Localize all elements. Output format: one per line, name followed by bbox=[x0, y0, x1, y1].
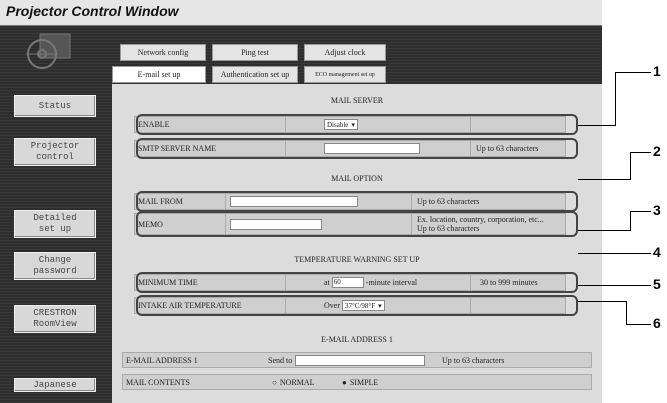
intake-temperature-select[interactable]: 37°C/98°F ▾ bbox=[342, 300, 385, 311]
callout-number-4: 4 bbox=[653, 244, 661, 260]
enable-label: ENABLE bbox=[138, 120, 170, 129]
memo-row: MEMO Ex. location, country, corporation,… bbox=[134, 213, 566, 235]
minimum-time-input[interactable]: 60 bbox=[331, 277, 364, 288]
email-address-input[interactable] bbox=[295, 354, 426, 366]
callout-line-2-v bbox=[630, 152, 631, 180]
memo-input[interactable] bbox=[230, 218, 322, 230]
smtp-note: Up to 63 characters bbox=[476, 144, 539, 153]
chevron-down-icon: ▾ bbox=[378, 301, 382, 310]
email-address-note: Up to 63 characters bbox=[442, 355, 505, 365]
radio-unselected-icon: ○ bbox=[272, 377, 277, 387]
email-address-label: E-MAIL ADDRESS 1 bbox=[126, 355, 198, 365]
sidebar-item-detailed-setup[interactable]: Detailed set up bbox=[14, 210, 96, 238]
tab-network-config[interactable]: Network config bbox=[120, 44, 206, 61]
mail-contents-row: MAIL CONTENTS ○ NORMAL ● SIMPLE bbox=[122, 374, 592, 390]
memo-note-example: Ex. location, country, corporation, etc.… bbox=[417, 215, 544, 224]
tab-ping-test[interactable]: Ping test bbox=[212, 44, 298, 61]
callout-number-3: 3 bbox=[653, 202, 661, 218]
enable-select[interactable]: Disable ▾ bbox=[324, 119, 358, 130]
email-address-row: E-MAIL ADDRESS 1 Send to Up to 63 charac… bbox=[122, 352, 592, 368]
radio-normal[interactable]: ○ NORMAL bbox=[269, 375, 315, 389]
sidebar-item-change-password[interactable]: Change password bbox=[14, 252, 96, 280]
over-label: Over bbox=[324, 301, 340, 310]
minimum-time-label: MINIMUM TIME bbox=[138, 278, 198, 287]
callout-line-6-v bbox=[626, 301, 627, 325]
callout-line-3-v bbox=[630, 211, 631, 231]
callout-line-1 bbox=[615, 72, 651, 73]
callout-number-6: 6 bbox=[653, 315, 661, 331]
intake-temperature-label: INTAKE AIR TEMPERATURE bbox=[138, 301, 242, 310]
smtp-label: SMTP SERVER NAME bbox=[138, 144, 217, 153]
smtp-row: SMTP SERVER NAME Up to 63 characters bbox=[134, 140, 566, 157]
interval-label: -minute interval bbox=[365, 278, 418, 287]
tab-adjust-clock[interactable]: Adjust clock bbox=[304, 44, 386, 61]
section-heading-temperature: TEMPERATURE WARNING SET UP bbox=[294, 255, 420, 264]
callout-line-3-stub bbox=[578, 230, 631, 231]
smtp-server-input[interactable] bbox=[324, 143, 420, 154]
callout-line-1-stub bbox=[578, 125, 616, 126]
mail-contents-label: MAIL CONTENTS bbox=[126, 377, 190, 387]
window-title: Projector Control Window bbox=[6, 3, 179, 19]
content-panel: MAIL SERVER ENABLE Disable ▾ SMTP SERVER … bbox=[112, 84, 602, 403]
intake-temperature-row: INTAKE AIR TEMPERATURE Over 37°C/98°F ▾ bbox=[134, 297, 566, 314]
tab-email-setup[interactable]: E-mail set up bbox=[112, 66, 206, 83]
radio-simple[interactable]: ● SIMPLE bbox=[339, 375, 378, 389]
callout-line-1-v bbox=[615, 72, 616, 126]
sidebar-item-crestron[interactable]: CRESTRON RoomView bbox=[14, 305, 96, 333]
mail-from-row: MAIL FROM Up to 63 characters bbox=[134, 193, 566, 210]
radio-selected-icon: ● bbox=[342, 377, 347, 387]
callout-number-1: 1 bbox=[653, 63, 661, 79]
send-to-label: Send to bbox=[268, 355, 293, 365]
sidebar-item-projector-control[interactable]: Projector control bbox=[14, 138, 96, 166]
memo-note-limit: Up to 63 characters bbox=[417, 224, 480, 233]
mail-from-label: MAIL FROM bbox=[138, 197, 183, 206]
chevron-down-icon: ▾ bbox=[351, 120, 355, 129]
section-heading-mail-server: MAIL SERVER bbox=[330, 96, 384, 105]
at-label: at bbox=[324, 278, 330, 287]
callout-line-2-stub bbox=[578, 179, 631, 180]
callout-line-3 bbox=[630, 211, 651, 212]
projector-logo-icon bbox=[26, 33, 71, 69]
tab-eco-management[interactable]: ECO management set up bbox=[304, 66, 386, 83]
callout-line-4 bbox=[578, 253, 651, 254]
projector-window: Projector Control Window Status Projecto… bbox=[0, 0, 602, 403]
callout-number-2: 2 bbox=[653, 143, 661, 159]
enable-row: ENABLE Disable ▾ bbox=[134, 116, 566, 133]
sidebar-item-status[interactable]: Status bbox=[14, 95, 96, 117]
minimum-time-range: 30 to 999 minutes bbox=[480, 278, 538, 287]
callout-number-5: 5 bbox=[653, 276, 661, 292]
section-heading-mail-option: MAIL OPTION bbox=[331, 174, 383, 183]
callout-line-6-stub bbox=[578, 301, 627, 302]
memo-label: MEMO bbox=[138, 219, 163, 229]
title-bar: Projector Control Window bbox=[0, 0, 602, 26]
tab-authentication-setup[interactable]: Authentication set up bbox=[212, 66, 298, 83]
callout-line-5 bbox=[578, 285, 651, 286]
callout-line-6 bbox=[626, 324, 651, 325]
mail-from-note: Up to 63 characters bbox=[417, 197, 480, 206]
mail-from-input[interactable] bbox=[230, 196, 358, 207]
sidebar-item-japanese[interactable]: Japanese bbox=[14, 378, 96, 392]
section-heading-email-1: E-MAIL ADDRESS 1 bbox=[321, 335, 393, 344]
minimum-time-row: MINIMUM TIME at 60 -minute interval 30 t… bbox=[134, 274, 566, 291]
callout-line-2 bbox=[630, 152, 651, 153]
